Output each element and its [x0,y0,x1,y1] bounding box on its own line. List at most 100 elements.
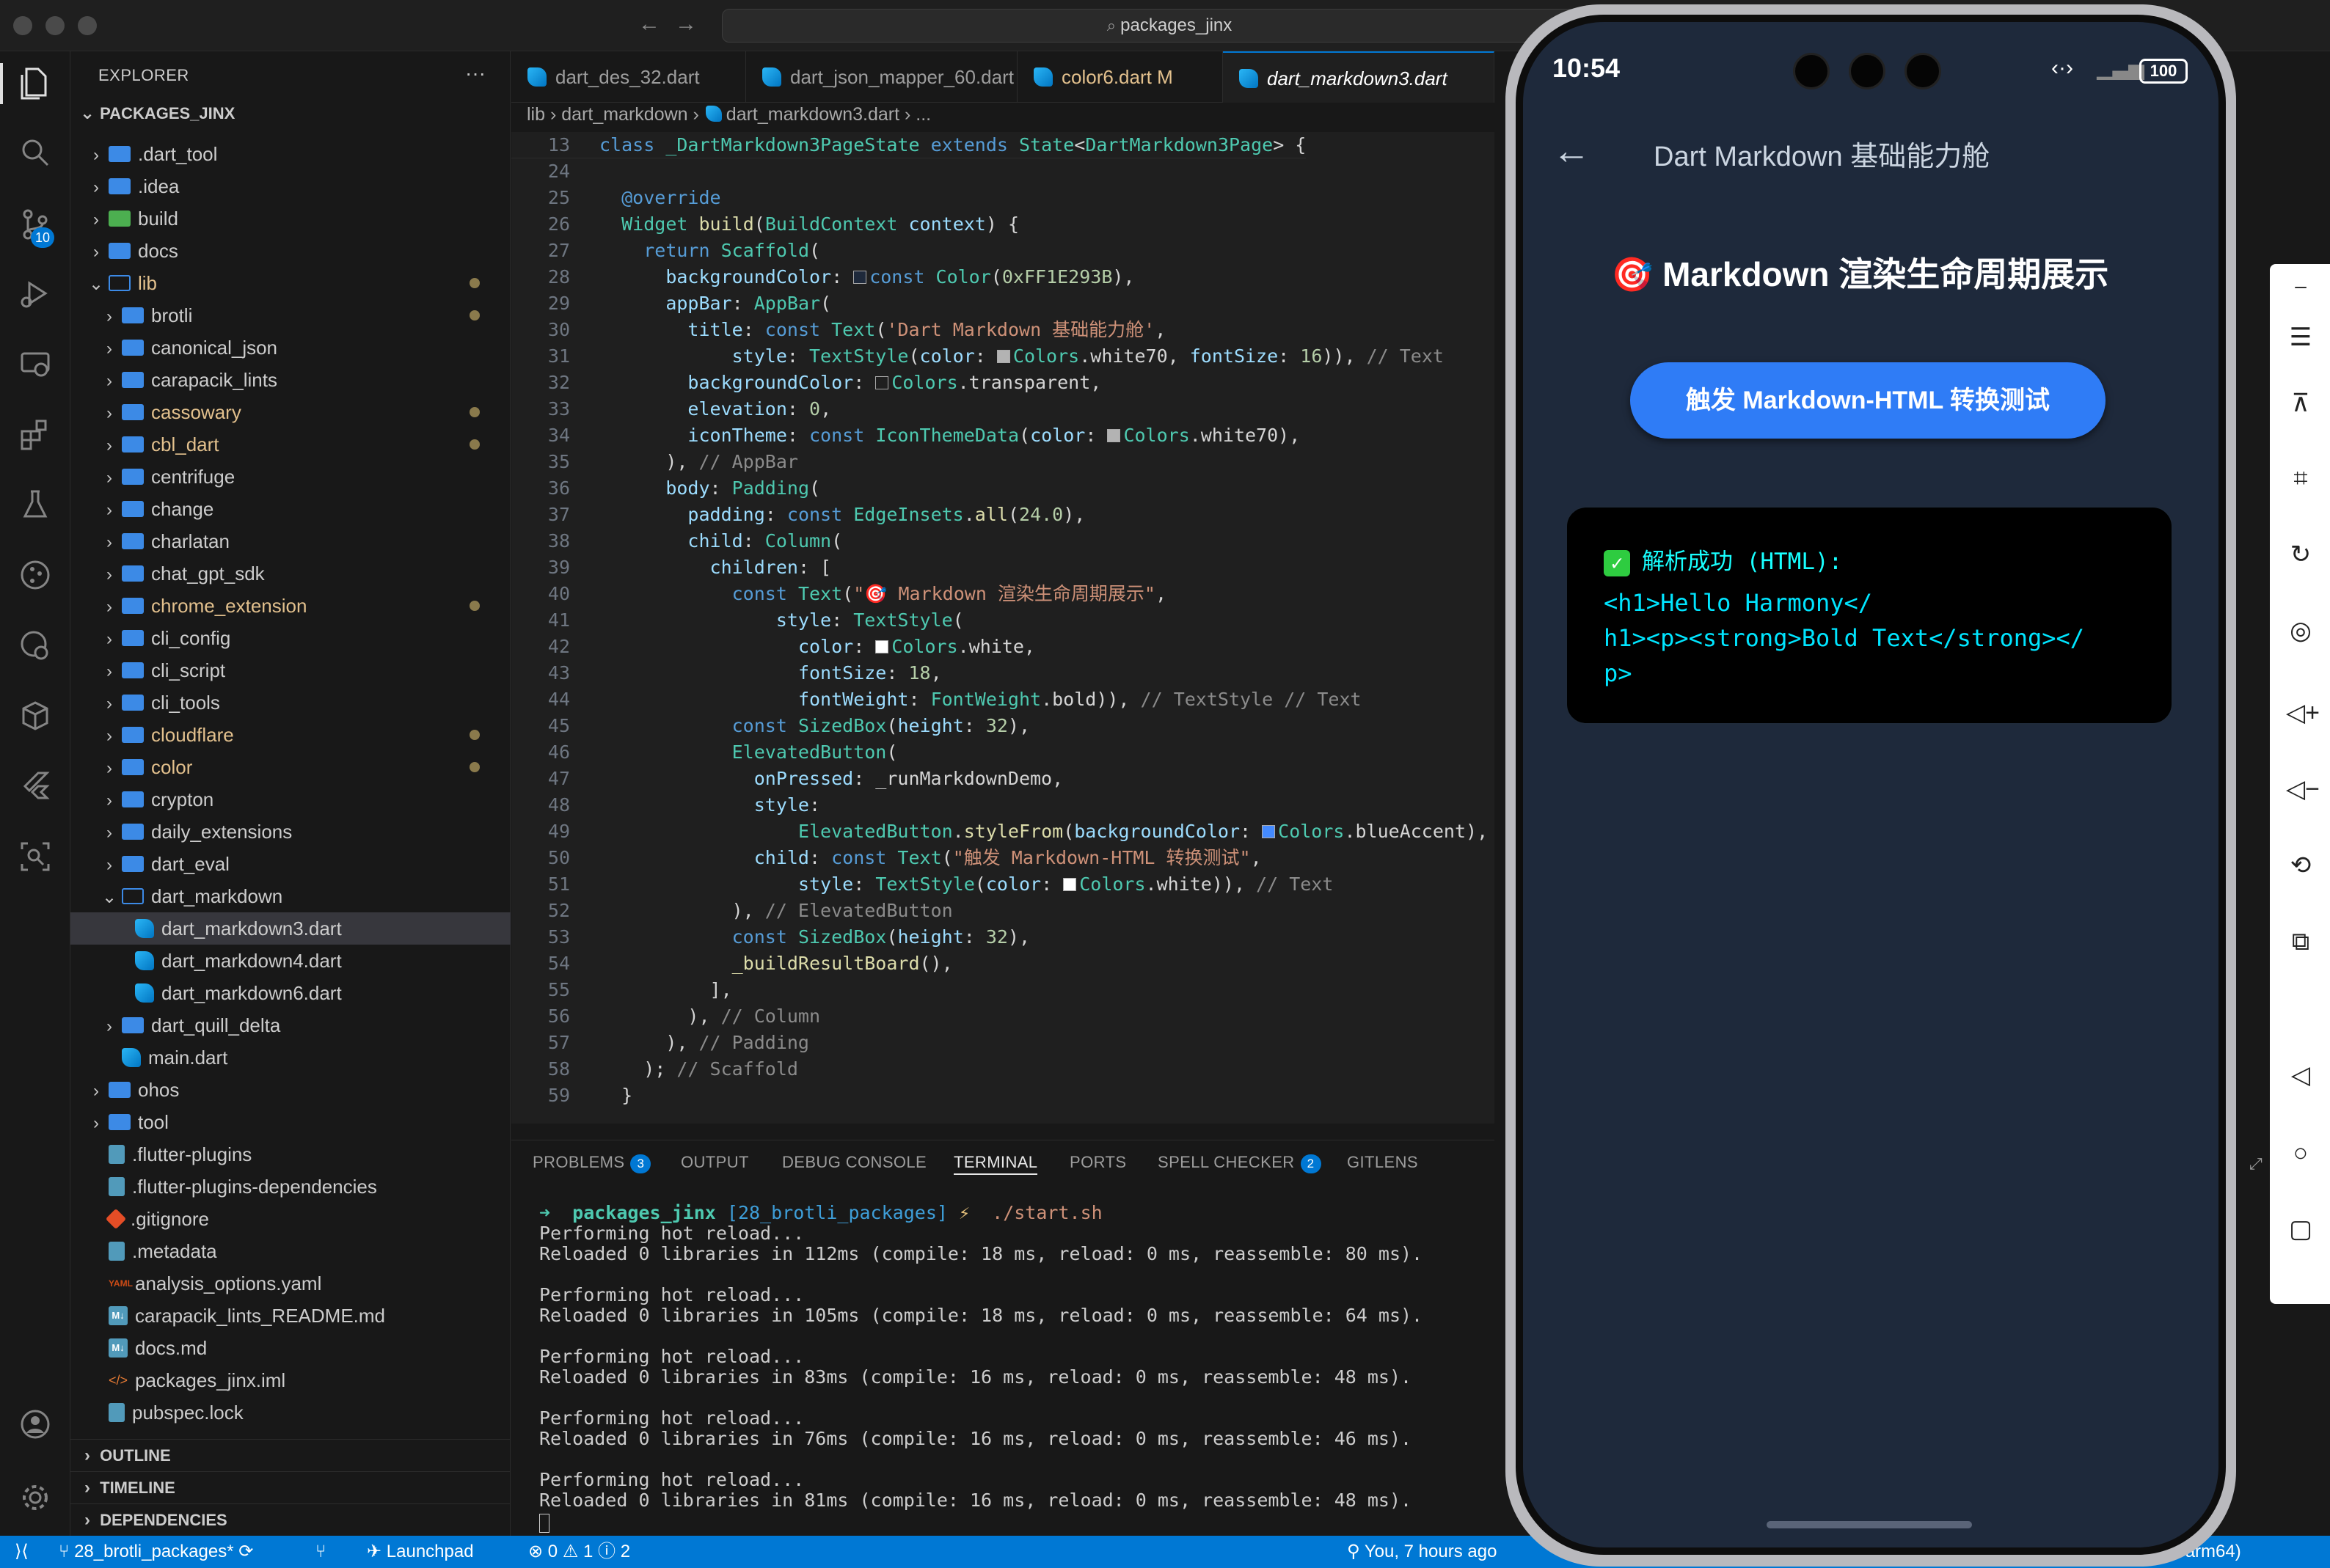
account-icon[interactable] [18,1408,53,1443]
crop-icon[interactable]: ⌗ [2286,464,2315,493]
minimize-icon[interactable]: – [2286,271,2315,301]
breadcrumb-dart-markdown[interactable]: dart_markdown [561,104,687,125]
back-arrow-icon[interactable]: ← [1552,129,1591,173]
tree-folder[interactable]: › cassowary [70,396,511,428]
tree-folder[interactable]: › ohos [70,1074,511,1106]
remote-explorer-icon[interactable] [18,348,53,383]
branch-indicator[interactable]: ⑂ 28_brotli_packages* ⟳ [59,1536,253,1568]
tree-folder[interactable]: › tool [70,1106,511,1138]
tree-folder[interactable]: › daily_extensions [70,816,511,848]
tree-folder[interactable]: › chrome_extension [70,590,511,622]
rotate-icon[interactable]: ↻ [2286,540,2315,569]
screenshot-icon[interactable]: ◎ [2286,616,2315,645]
tree-folder[interactable]: › brotli [70,299,511,331]
tree-folder[interactable]: › chat_gpt_sdk [70,557,511,590]
command-center-search[interactable]: ⌕ packages_jinx [722,9,1617,43]
tree-folder[interactable]: › charlatan [70,525,511,557]
gitlens-icon[interactable] [18,629,53,664]
back-triangle-icon[interactable]: ◁ [2286,1060,2315,1090]
tree-folder[interactable]: ⌄ dart_markdown [70,880,511,912]
flutter-icon[interactable] [18,770,53,805]
code-editor[interactable]: 13 class _DartMarkdown3PageState extends … [511,132,1494,1124]
tree-file[interactable]: M↓ docs.md [70,1332,511,1364]
tree-folder[interactable]: › carapacik_lints [70,364,511,396]
home-circle-icon[interactable]: ○ [2286,1138,2315,1168]
tree-folder[interactable]: › docs [70,235,511,267]
settings-gear-icon[interactable] [18,1481,53,1517]
inspector-icon[interactable] [18,840,53,876]
tree-folder[interactable]: › crypton [70,783,511,816]
search-icon[interactable] [18,136,53,172]
tree-folder[interactable]: › cloudflare [70,719,511,751]
git-graph-icon[interactable] [18,559,53,594]
panel-tab-debug-console[interactable]: DEBUG CONSOLE [782,1153,927,1175]
tab-dart-markdown3[interactable]: dart_markdown3.dart [1223,51,1494,103]
panel-tab-problems[interactable]: PROBLEMS 3 [533,1153,651,1175]
tree-folder[interactable]: › .dart_tool [70,138,511,170]
testing-icon[interactable] [18,488,53,524]
panel-tab-terminal[interactable]: TERMINAL [954,1153,1038,1175]
tree-folder[interactable]: › canonical_json [70,331,511,364]
close-window-button[interactable] [13,16,32,35]
tree-folder[interactable]: › .idea [70,170,511,202]
tree-file[interactable]: M↓ carapacik_lints_README.md [70,1300,511,1332]
tree-file[interactable]: .flutter-plugins-dependencies [70,1170,511,1203]
tree-file[interactable]: main.dart [70,1041,511,1074]
launchpad-button[interactable]: ✈ Launchpad [367,1536,474,1568]
git-blame-indicator[interactable]: ⚲ You, 7 hours ago [1347,1536,1497,1568]
package-icon[interactable] [18,700,53,735]
breadcrumb-symbol[interactable]: ... [916,104,931,125]
tree-folder[interactable]: › color [70,751,511,783]
tree-file[interactable]: </> packages_jinx.iml [70,1364,511,1396]
breadcrumb-file[interactable]: dart_markdown3.dart [726,104,899,125]
tree-folder[interactable]: › dart_quill_delta [70,1009,511,1041]
timeline-section[interactable]: › TIMELINE [70,1471,511,1503]
tree-folder[interactable]: › cbl_dart [70,428,511,461]
tree-folder[interactable]: › dart_eval [70,848,511,880]
tree-folder[interactable]: › cli_tools [70,686,511,719]
tree-file[interactable]: dart_markdown6.dart [70,977,511,1009]
tree-folder[interactable]: › build [70,202,511,235]
tree-folder[interactable]: › cli_config [70,622,511,654]
panel-tab-ports[interactable]: PORTS [1070,1153,1126,1175]
multi-device-icon[interactable]: ⧉ [2286,927,2315,956]
tab-dart-json-mapper-60[interactable]: dart_json_mapper_60.dart [746,51,1018,103]
tree-folder[interactable]: › change [70,493,511,525]
maximize-panel-icon[interactable]: ⤢ [2249,1154,2263,1173]
tab-color6[interactable]: color6.dart M [1018,51,1223,103]
volume-down-icon[interactable]: ◁− [2286,774,2320,804]
more-actions-icon[interactable]: ··· [465,62,486,85]
forward-arrow-icon[interactable]: → [675,12,697,37]
tree-folder[interactable]: › centrifuge [70,461,511,493]
remote-icon[interactable]: ⟩⟨ [15,1536,29,1568]
convert-test-button[interactable]: 触发 Markdown-HTML 转换测试 [1630,362,2106,439]
panel-tab-gitlens[interactable]: GITLENS [1347,1153,1418,1175]
tree-file[interactable]: pubspec.lock [70,1396,511,1429]
tree-file[interactable]: dart_markdown3.dart [70,912,511,945]
dependencies-section[interactable]: › DEPENDENCIES [70,1503,511,1536]
pin-off-icon[interactable]: ⊼ [2286,389,2315,418]
tree-file[interactable]: .flutter-plugins [70,1138,511,1170]
run-debug-icon[interactable] [18,277,53,312]
minimize-window-button[interactable] [45,16,65,35]
volume-up-icon[interactable]: ◁+ [2286,698,2320,728]
breadcrumb-lib[interactable]: lib [527,104,545,125]
fold-icon[interactable]: ⟲ [2286,851,2315,880]
git-graph-status-icon[interactable]: ⑂ [315,1536,326,1568]
recents-square-icon[interactable]: ▢ [2286,1215,2315,1244]
tab-dart-des-32[interactable]: dart_des_32.dart [511,51,746,103]
tree-file[interactable]: YAML analysis_options.yaml [70,1267,511,1300]
extensions-icon[interactable] [18,418,53,453]
outline-section[interactable]: › OUTLINE [70,1439,511,1471]
tree-file[interactable]: .metadata [70,1235,511,1267]
panel-tab-output[interactable]: OUTPUT [681,1153,749,1175]
problems-indicator[interactable]: ⊗ 0 ⚠ 1 ⓘ 2 [528,1536,630,1568]
menu-icon[interactable]: ☰ [2286,323,2315,352]
tree-folder[interactable]: ⌄ lib [70,267,511,299]
tree-folder[interactable]: › cli_script [70,654,511,686]
tree-file[interactable]: .gitignore [70,1203,511,1235]
tree-file[interactable]: dart_markdown4.dart [70,945,511,977]
zoom-window-button[interactable] [78,16,97,35]
panel-tab-spell-checker[interactable]: SPELL CHECKER 2 [1158,1153,1321,1175]
home-indicator[interactable] [1767,1521,1972,1528]
